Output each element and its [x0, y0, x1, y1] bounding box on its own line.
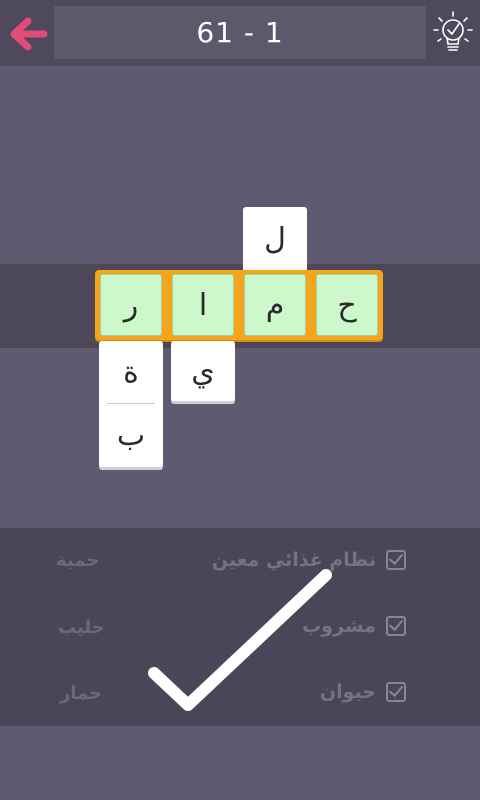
letter-tile-main-3[interactable]: ا — [172, 274, 234, 336]
letter-tile-below-ra-2[interactable]: ب — [99, 404, 163, 467]
checkbox-checked-icon — [386, 682, 406, 702]
back-arrow-icon[interactable] — [8, 14, 48, 54]
top-bar: 61 - 1 — [0, 0, 480, 66]
clue-answer: حليب — [58, 617, 105, 638]
clue-answer: حمار — [60, 683, 103, 704]
letter-tile-main-4[interactable]: ر — [100, 274, 162, 336]
letter-tile-above[interactable]: ل — [243, 207, 307, 271]
solved-word-bar: ح م ا ر — [95, 270, 383, 340]
letter-tile-below-alef[interactable]: ي — [171, 341, 235, 401]
clue-text: مشروب — [302, 615, 376, 637]
clue-answer: حمية — [56, 550, 100, 571]
clue-row-2: مشروب — [302, 615, 406, 637]
clue-row-3: حيوان — [320, 681, 406, 703]
letter-tile-main-2[interactable]: م — [244, 274, 306, 336]
checkbox-checked-icon — [386, 616, 406, 636]
clue-text: حيوان — [319, 681, 376, 703]
clue-text: نظام غذائي معين — [211, 549, 376, 571]
clue-row-1: نظام غذائي معين — [212, 549, 406, 571]
letter-tile-below-ra-1[interactable]: ة — [99, 341, 163, 403]
letter-stack-below-ra: ة ب — [99, 341, 163, 467]
letter-tile-main-1[interactable]: ح — [316, 274, 378, 336]
level-indicator: 61 - 1 — [54, 6, 426, 59]
lightbulb-hint-icon[interactable] — [430, 8, 476, 58]
checkbox-checked-icon — [386, 550, 406, 570]
